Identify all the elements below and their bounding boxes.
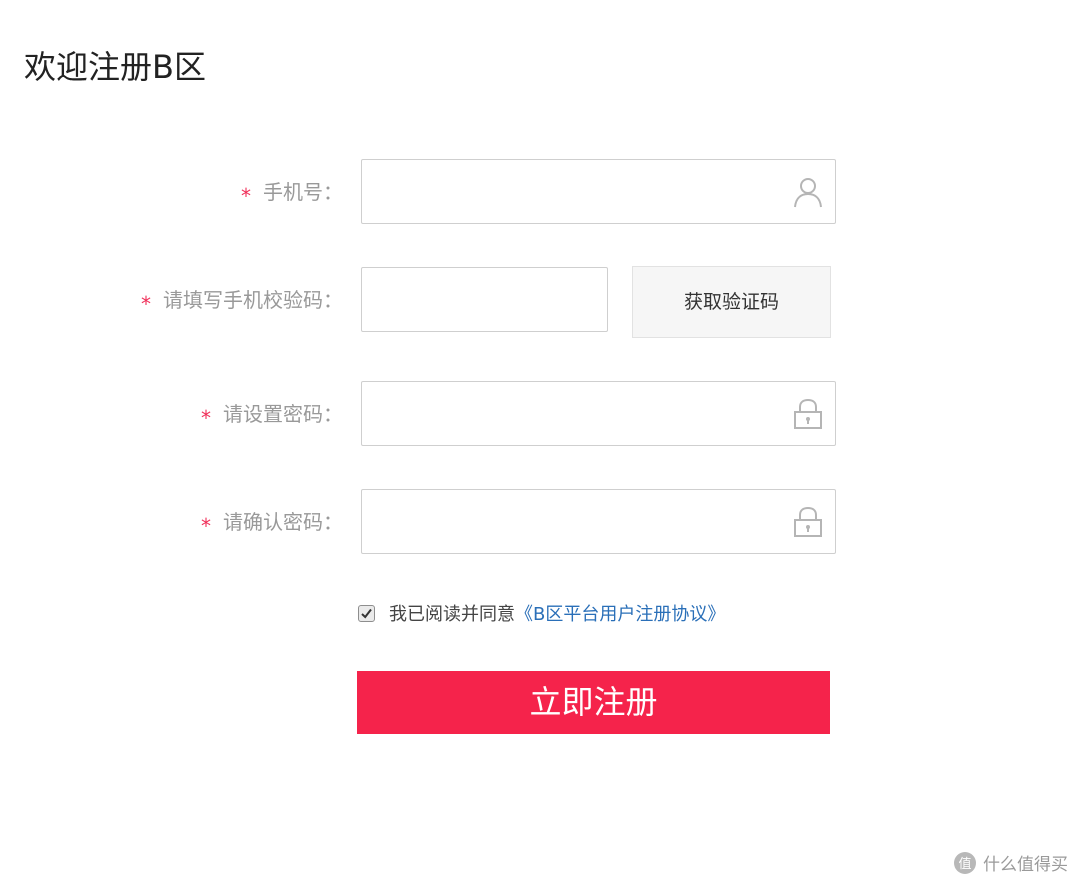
- password-input[interactable]: [362, 382, 835, 445]
- get-code-button[interactable]: 获取验证码: [632, 266, 831, 338]
- password-label-text: 请设置密码：: [223, 402, 343, 426]
- confirm-password-label: * 请确认密码：: [201, 490, 343, 554]
- required-mark: *: [241, 184, 251, 208]
- agreement-link[interactable]: 《B区平台用户注册协议》: [515, 600, 725, 626]
- verify-code-input[interactable]: [362, 268, 607, 331]
- password-field: [361, 381, 836, 446]
- phone-label-text: 手机号：: [263, 180, 343, 204]
- confirm-password-label-text: 请确认密码：: [223, 510, 343, 534]
- confirm-password-input[interactable]: [362, 490, 835, 553]
- required-mark: *: [201, 406, 211, 430]
- agreement-checkbox[interactable]: [358, 604, 375, 622]
- required-mark: *: [141, 292, 151, 316]
- agreement-text: 我已阅读并同意: [389, 604, 515, 625]
- required-mark: *: [201, 514, 211, 538]
- watermark: 值 什么值得买: [953, 850, 1068, 875]
- agreement-row: 我已阅读并同意 《B区平台用户注册协议》: [358, 598, 725, 628]
- verify-code-label: * 请填写手机校验码：: [141, 268, 343, 332]
- lock-icon: [794, 398, 822, 429]
- phone-input[interactable]: [362, 160, 835, 223]
- zhi-logo-icon: 值: [954, 851, 976, 874]
- confirm-password-field: [361, 489, 836, 554]
- page-title: 欢迎注册B区: [24, 48, 206, 86]
- verify-code-label-text: 请填写手机校验码：: [163, 288, 343, 312]
- lock-icon: [794, 506, 822, 537]
- password-label: * 请设置密码：: [201, 382, 343, 446]
- checkmark-icon: [361, 608, 372, 618]
- verify-code-field: [361, 267, 608, 332]
- user-icon: [794, 178, 822, 208]
- watermark-text: 什么值得买: [983, 855, 1068, 875]
- svg-text:值: 值: [958, 856, 971, 872]
- phone-label: * 手机号：: [241, 160, 343, 224]
- register-button[interactable]: 立即注册: [357, 671, 830, 734]
- phone-field: [361, 159, 836, 224]
